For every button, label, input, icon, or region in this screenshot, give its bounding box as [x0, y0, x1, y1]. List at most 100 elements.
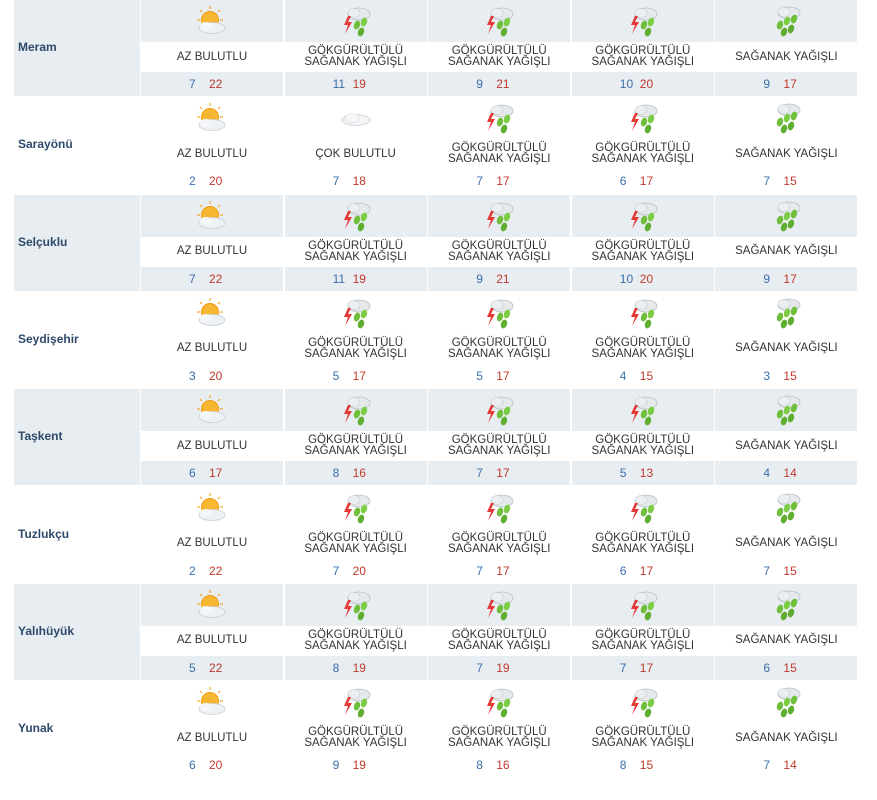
thunder-shower-icon — [626, 200, 660, 232]
temperature-cell: 9 19 — [285, 753, 427, 777]
thunder-shower-icon — [339, 589, 373, 621]
thunder-shower-icon — [626, 686, 660, 718]
min-temperature: 6 — [619, 563, 627, 578]
condition-text: GÖKGÜRÜLTÜLÜ SAĞANAK YAĞIŞLI — [447, 531, 551, 555]
condition-text: GÖKGÜRÜLTÜLÜ SAĞANAK YAĞIŞLI — [304, 45, 407, 68]
city-name[interactable]: Taşkent — [18, 429, 62, 443]
thunder-shower-icon — [626, 492, 660, 524]
day-forecast-cell: SAĞANAK YAĞIŞLI 9 17 — [715, 0, 858, 96]
icon-cell — [571, 0, 714, 42]
condition-text: GÖKGÜRÜLTÜLÜ SAĞANAK YAĞIŞLI — [591, 434, 695, 458]
condition-cell: GÖKGÜRÜLTÜLÜ SAĞANAK YAĞIŞLI — [571, 43, 714, 71]
forecast-row: Meram AZ BULUTLU 7 22 GÖKGÜRÜLTÜLÜ SAĞANAK Y… — [14, 0, 859, 96]
min-temperature: 7 — [476, 563, 483, 578]
temperature-cell: 6 17 — [572, 559, 714, 583]
condition-text: SAĞANAK YAĞIŞLI — [735, 537, 838, 549]
condition-text: SAĞANAK YAĞIŞLI — [735, 245, 838, 258]
min-temperature: 7 — [619, 660, 627, 675]
city-name[interactable]: Tuzlukçu — [18, 527, 69, 541]
icon-cell — [428, 487, 570, 529]
forecast-row: Selçuklu AZ BULUTLU 7 22 GÖKGÜRÜLTÜLÜ SAĞANA… — [14, 194, 859, 291]
weather-forecast-table: Meram AZ BULUTLU 7 22 GÖKGÜRÜLTÜLÜ SAĞANAK Y… — [0, 0, 877, 800]
day-forecast-cell: AZ BULUTLU 2 20 — [141, 97, 283, 193]
icon-cell — [572, 292, 714, 334]
condition-cell: AZ BULUTLU — [141, 334, 283, 363]
city-name[interactable]: Meram — [18, 40, 57, 54]
max-temperature: 15 — [783, 368, 797, 383]
thunder-shower-icon — [482, 297, 516, 329]
day-forecast-cell: SAĞANAK YAĞIŞLI 3 15 — [715, 292, 858, 388]
condition-cell: GÖKGÜRÜLTÜLÜ SAĞANAK YAĞIŞLI — [284, 626, 427, 655]
condition-text: ÇOK BULUTLU — [315, 147, 396, 160]
city-cell: Sarayönü — [14, 97, 140, 193]
condition-cell: AZ BULUTLU — [141, 529, 283, 558]
city-name[interactable]: Seydişehir — [18, 332, 79, 346]
condition-text: SAĞANAK YAĞIŞLI — [735, 342, 838, 355]
temperature-cell: 10 20 — [571, 266, 714, 291]
min-temperature: 7 — [332, 174, 340, 189]
condition-text: SAĞANAK YAĞIŞLI — [735, 50, 838, 63]
min-temperature: 6 — [763, 660, 771, 675]
temperature-cell: 9 21 — [428, 266, 571, 291]
condition-text: SAĞANAK YAĞIŞLI — [735, 731, 838, 744]
max-temperature: 17 — [783, 271, 797, 286]
temperature-cell: 9 21 — [428, 72, 571, 96]
condition-cell: GÖKGÜRÜLTÜLÜ SAĞANAK YAĞIŞLI — [284, 529, 427, 558]
condition-text: GÖKGÜRÜLTÜLÜ SAĞANAK YAĞIŞLI — [591, 628, 695, 652]
temperature-cell: 7 17 — [428, 559, 570, 583]
condition-text: GÖKGÜRÜLTÜLÜ SAĞANAK YAĞIŞLI — [304, 726, 407, 750]
min-temperature: 8 — [476, 758, 483, 773]
thunder-shower-icon — [626, 5, 660, 37]
day-forecast-cell: AZ BULUTLU 5 22 — [141, 583, 283, 680]
condition-cell: GÖKGÜRÜLTÜLÜ SAĞANAK YAĞIŞLI — [284, 237, 427, 266]
city-name[interactable]: Selçuklu — [18, 235, 67, 249]
rain-shower-icon — [769, 394, 803, 426]
day-forecast-cell: AZ BULUTLU 7 22 — [141, 194, 283, 291]
max-temperature: 19 — [352, 758, 366, 773]
city-name[interactable]: Yunak — [18, 721, 53, 735]
city-name[interactable]: Sarayönü — [18, 137, 73, 151]
min-temperature: 7 — [476, 174, 483, 189]
condition-text: GÖKGÜRÜLTÜLÜ SAĞANAK YAĞIŞLI — [304, 434, 407, 458]
temperature-cell: 7 20 — [285, 559, 427, 583]
rain-shower-icon — [769, 200, 803, 232]
min-temperature: 7 — [763, 563, 771, 578]
day-forecast-cell: AZ BULUTLU 6 17 — [141, 389, 283, 486]
min-temperature: 9 — [476, 77, 483, 91]
condition-cell: SAĞANAK YAĞIŞLI — [715, 432, 858, 461]
condition-cell: SAĞANAK YAĞIŞLI — [715, 724, 858, 753]
day-forecast-cell: AZ BULUTLU 6 20 — [141, 681, 283, 777]
temperature-cell: 7 17 — [428, 461, 571, 486]
condition-cell: GÖKGÜRÜLTÜLÜ SAĞANAK YAĞIŞLI — [571, 626, 714, 655]
icon-cell — [284, 583, 427, 626]
city-name[interactable]: Yalıhüyük — [18, 624, 74, 638]
min-temperature: 8 — [332, 466, 340, 481]
max-temperature: 20 — [639, 77, 654, 91]
temperature-cell: 3 15 — [715, 364, 857, 388]
max-temperature: 21 — [496, 77, 510, 91]
max-temperature: 20 — [209, 758, 223, 773]
min-temperature: 11 — [332, 271, 346, 286]
temperature-cell: 6 20 — [141, 753, 283, 777]
temperature-cell: 9 17 — [715, 266, 858, 291]
day-forecast-cell: GÖKGÜRÜLTÜLÜ SAĞANAK YAĞIŞLI 7 17 — [428, 389, 571, 486]
icon-cell — [285, 487, 427, 529]
condition-text: GÖKGÜRÜLTÜLÜ SAĞANAK YAĞIŞLI — [591, 239, 695, 263]
min-temperature: 3 — [189, 368, 196, 383]
thunder-shower-icon — [626, 297, 660, 329]
min-temperature: 9 — [476, 271, 483, 286]
max-temperature: 22 — [209, 271, 223, 286]
day-forecast-cell: AZ BULUTLU 7 22 — [141, 0, 283, 96]
min-temperature: 8 — [332, 660, 340, 675]
max-temperature: 17 — [352, 368, 366, 383]
temperature-cell: 5 13 — [571, 461, 714, 486]
rain-shower-icon — [769, 686, 803, 718]
icon-cell — [141, 389, 283, 432]
max-temperature: 17 — [639, 563, 654, 578]
sun-cloud-icon — [195, 589, 229, 621]
thunder-shower-icon — [482, 200, 516, 232]
condition-cell: AZ BULUTLU — [141, 140, 283, 169]
day-forecast-cell: SAĞANAK YAĞIŞLI 6 15 — [715, 583, 858, 680]
condition-cell: SAĞANAK YAĞIŞLI — [715, 626, 858, 655]
temperature-cell: 7 19 — [428, 655, 571, 680]
